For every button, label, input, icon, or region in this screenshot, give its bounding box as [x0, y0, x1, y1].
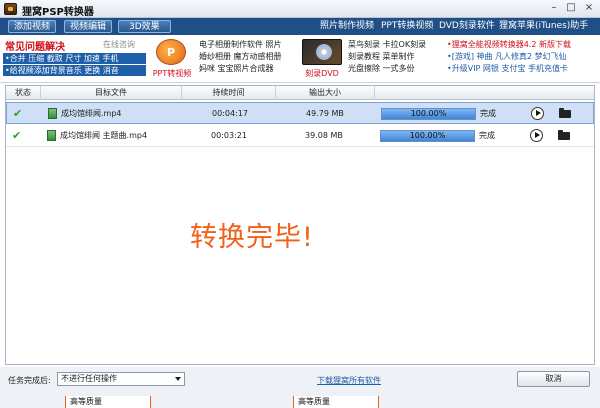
open-folder-icon[interactable]	[559, 108, 571, 119]
progress-text: 100.00%	[410, 109, 447, 118]
open-folder-icon[interactable]	[558, 130, 570, 141]
ad-link[interactable]: 菜鸟刻录 卡拉OK刻录	[348, 39, 426, 51]
faq-link-1[interactable]: •合并 压缩 截取 尺寸 加速 手机	[3, 53, 146, 64]
online-consult-link[interactable]: 在线咨询	[103, 39, 135, 50]
ppt-ad-label: PPT转视频	[152, 69, 192, 78]
quality-label-2: 高等质量	[293, 396, 379, 408]
download-all-link[interactable]: 下载狸窝所有软件	[317, 375, 381, 386]
after-task-select[interactable]: 不进行任何操作	[57, 372, 185, 386]
table-row[interactable]: ✔ 成均馆绯闻 主题曲.mp4 00:03:21 39.08 MB 100.00…	[6, 125, 594, 147]
col-target-file[interactable]: 目标文件	[41, 86, 182, 100]
play-button[interactable]	[531, 107, 544, 120]
ad-link[interactable]: 光盘擦除 一式多份	[348, 63, 426, 75]
app-logo-icon	[4, 3, 17, 15]
table-row[interactable]: ✔ 成均馆绯闻.mp4 00:04:17 49.79 MB 100.00% 完成	[6, 102, 594, 124]
progress-text: 100.00%	[409, 131, 446, 140]
video-file-icon	[48, 108, 57, 119]
check-icon: ✔	[13, 107, 23, 120]
close-button[interactable]: ×	[583, 2, 595, 14]
row-file-name: 成均馆绯闻 主题曲.mp4	[60, 131, 148, 140]
progress-bar: 100.00%	[381, 108, 476, 120]
bottom-bar: 任务完成后: 不进行任何操作 下载狸窝所有软件 取消 高等质量 高等质量	[0, 367, 600, 408]
ad-link[interactable]: 妈咪 宝宝照片合成器	[199, 63, 282, 75]
minimize-button[interactable]: –	[548, 2, 560, 14]
dvd-ad-label: 刻录DVD	[305, 69, 339, 78]
ad-links-promo: •狸窝全能视频转换器4.2 新版下载 •[游戏] 神曲 凡人修真2 梦幻飞仙 •…	[447, 39, 571, 75]
faq-panel: 常见问题解决 在线咨询 •合并 压缩 截取 尺寸 加速 手机 •给视频添加背景音…	[3, 37, 146, 81]
ad-link[interactable]: 刻录教程 菜单制作	[348, 51, 426, 63]
col-progress	[375, 86, 594, 100]
quality-label-1: 高等质量	[65, 396, 151, 408]
ppt-to-video-link[interactable]: PPT转换视频	[381, 20, 433, 33]
chevron-down-icon	[175, 377, 181, 381]
ad-link[interactable]: 婚纱相册 魔方动感相册	[199, 51, 282, 63]
col-status[interactable]: 状态	[6, 86, 41, 100]
window-title: 狸窝PSP转换器	[22, 7, 94, 18]
faq-link-2[interactable]: •给视频添加背景音乐 更换 消音	[3, 65, 146, 76]
row-status: 完成	[479, 131, 495, 140]
edit-video-button[interactable]: 视频编辑	[64, 20, 113, 33]
ad-banner: 常见问题解决 在线咨询 •合并 压缩 截取 尺寸 加速 手机 •给视频添加背景音…	[0, 35, 600, 83]
play-button[interactable]	[530, 129, 543, 142]
check-icon: ✔	[12, 129, 22, 142]
row-duration: 00:03:21	[211, 131, 247, 140]
ppt-to-video-ad[interactable]: P PPT转视频	[150, 37, 194, 81]
ad-link-vip[interactable]: •升级VIP 网银 支付宝 手机充值卡	[447, 63, 571, 75]
after-task-label: 任务完成后:	[8, 376, 51, 385]
conversion-complete-message: 转换完毕!	[190, 222, 314, 253]
table-header: 状态 目标文件 持续时间 输出大小	[6, 86, 594, 100]
row-status: 完成	[480, 109, 496, 118]
ad-link-games[interactable]: •[游戏] 神曲 凡人修真2 梦幻飞仙	[447, 51, 571, 63]
ppt-icon: P	[156, 39, 186, 65]
ad-links-album: 电子相册制作软件 照片 婚纱相册 魔方动感相册 妈咪 宝宝照片合成器	[199, 39, 282, 75]
col-output-size[interactable]: 输出大小	[276, 86, 375, 100]
3d-effect-button[interactable]: 3D效果	[118, 20, 171, 33]
maximize-button[interactable]: □	[565, 2, 577, 14]
dvd-disc-icon	[302, 39, 342, 65]
ad-links-burn: 菜鸟刻录 卡拉OK刻录 刻录教程 菜单制作 光盘擦除 一式多份	[348, 39, 426, 75]
ad-link[interactable]: 电子相册制作软件 照片	[199, 39, 282, 51]
row-size: 49.79 MB	[306, 109, 344, 118]
toolbar: 添加视频 视频编辑 3D效果 照片制作视频 PPT转换视频 DVD刻录软件 狸窝…	[0, 18, 600, 35]
photo-to-video-link[interactable]: 照片制作视频	[320, 20, 374, 33]
row-duration: 00:04:17	[212, 109, 248, 118]
col-duration[interactable]: 持续时间	[182, 86, 276, 100]
dvd-burn-link[interactable]: DVD刻录软件	[439, 20, 495, 33]
dvd-burn-ad[interactable]: 刻录DVD	[300, 37, 344, 81]
video-file-icon	[47, 130, 56, 141]
after-task-value: 不进行任何操作	[61, 374, 117, 383]
title-bar: 狸窝PSP转换器 – □ ×	[0, 0, 600, 18]
add-video-button[interactable]: 添加视频	[8, 20, 57, 33]
row-file-name: 成均馆绯闻.mp4	[61, 109, 122, 118]
itunes-helper-link[interactable]: 狸窝苹果(iTunes)助手	[499, 20, 588, 33]
faq-title[interactable]: 常见问题解决	[5, 38, 65, 53]
row-size: 39.08 MB	[305, 131, 343, 140]
progress-bar: 100.00%	[380, 130, 475, 142]
ad-link-download[interactable]: •狸窝全能视频转换器4.2 新版下载	[447, 39, 571, 51]
cancel-button[interactable]: 取消	[517, 371, 590, 387]
